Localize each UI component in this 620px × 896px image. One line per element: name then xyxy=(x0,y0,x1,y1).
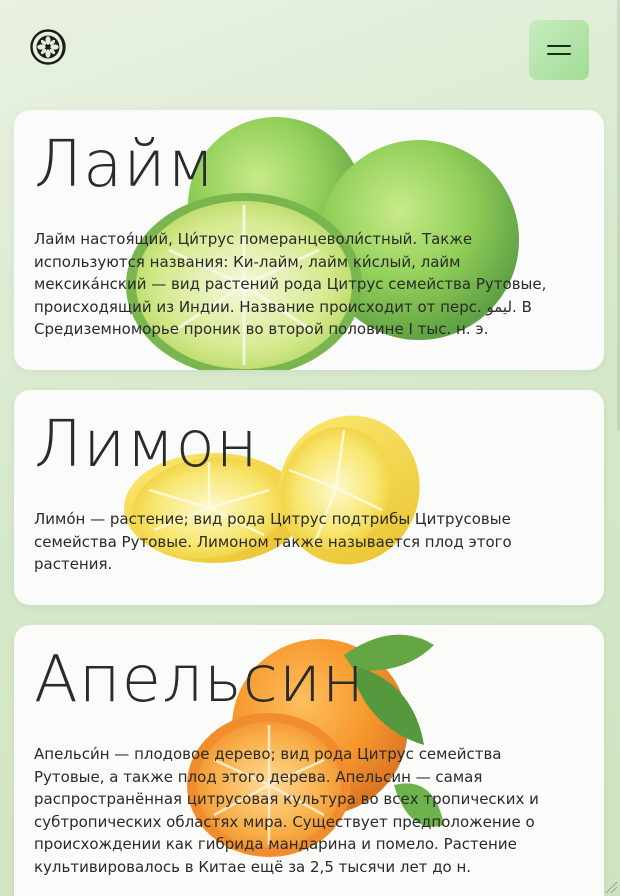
menu-button[interactable] xyxy=(529,20,589,80)
card-title: Лайм xyxy=(34,128,216,202)
fruit-card-orange: Апельсин Апельси́н — плодовое дерево; ви… xyxy=(14,625,604,896)
card-title: Апельсин xyxy=(34,643,365,717)
hamburger-icon-line xyxy=(547,45,571,47)
card-title: Лимон xyxy=(34,408,259,482)
fruit-card-lime: Лайм Лайм настоя́щий, Ци́трус померанцев… xyxy=(14,110,604,370)
hamburger-icon-line xyxy=(547,53,571,55)
citrus-logo-icon[interactable] xyxy=(29,28,69,68)
card-description: Лимо́н — растение; вид рода Цитрус подтр… xyxy=(34,510,512,573)
site-header xyxy=(0,0,620,100)
card-description: Лайм настоя́щий, Ци́трус померанцеволи́с… xyxy=(34,230,547,338)
resize-handle-icon[interactable] xyxy=(604,880,618,894)
card-description: Апельси́н — плодовое дерево; вид рода Ци… xyxy=(34,745,539,876)
fruit-card-lemon: Лимон Лимо́н — растение; вид рода Цитрус… xyxy=(14,390,604,605)
